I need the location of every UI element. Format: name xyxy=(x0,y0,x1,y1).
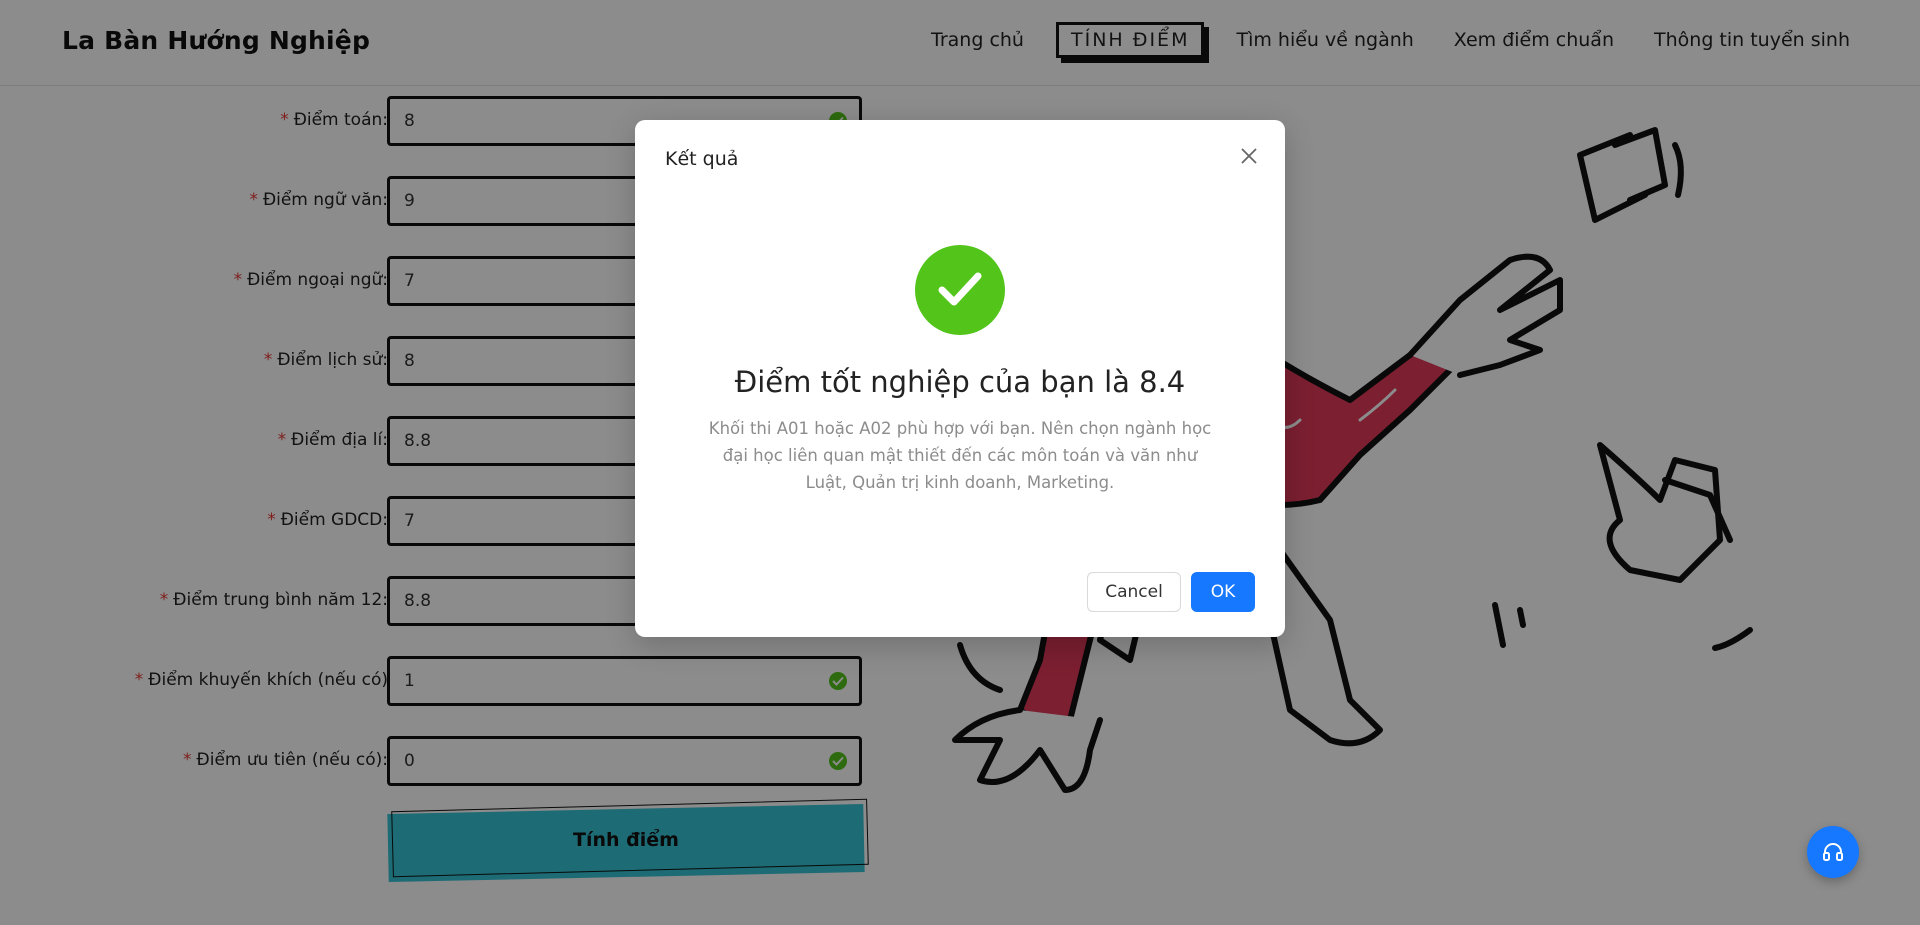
close-icon[interactable] xyxy=(1237,144,1261,168)
cancel-button[interactable]: Cancel xyxy=(1087,572,1181,612)
support-float-button[interactable] xyxy=(1807,826,1859,878)
result-title: Điểm tốt nghiệp của bạn là 8.4 xyxy=(734,365,1186,399)
result-description: Khối thi A01 hoặc A02 phù hợp với bạn. N… xyxy=(708,419,1212,492)
check-circle-icon xyxy=(915,245,1005,335)
result-modal: Kết quả Điểm tốt nghiệp của bạn là 8.4 K… xyxy=(635,120,1285,637)
ok-button[interactable]: OK xyxy=(1191,572,1255,612)
modal-title: Kết quả xyxy=(665,148,739,170)
headphones-icon xyxy=(1823,843,1843,861)
